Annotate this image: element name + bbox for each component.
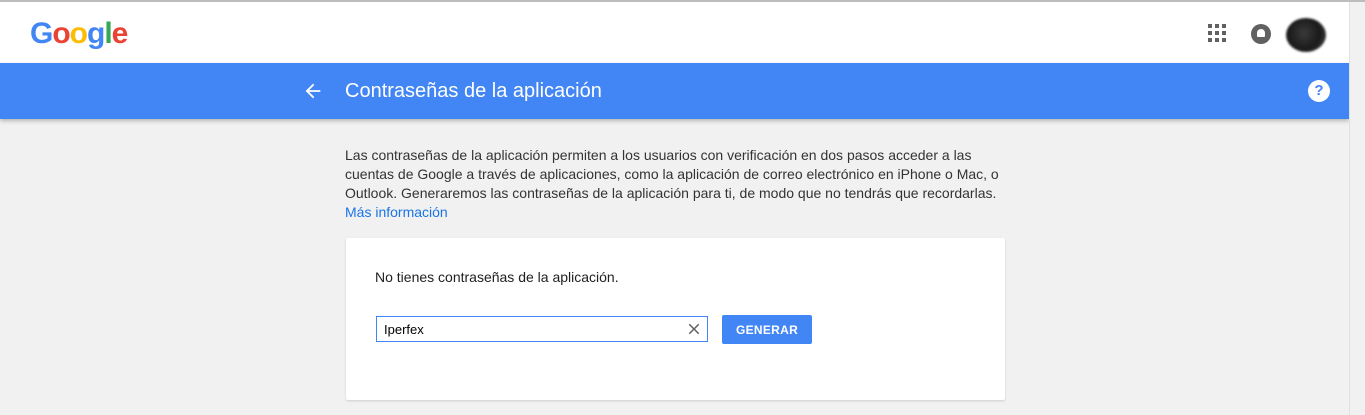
logo-letter: g bbox=[87, 17, 105, 50]
logo-letter: l bbox=[104, 17, 112, 50]
empty-message: No tienes contraseñas de la aplicación. bbox=[375, 269, 619, 285]
top-bar: Google bbox=[0, 2, 1349, 63]
google-logo[interactable]: Google bbox=[30, 17, 129, 51]
description-block: Las contraseñas de la aplicación permite… bbox=[345, 146, 1005, 222]
app-name-input[interactable] bbox=[377, 317, 684, 341]
page-title: Contraseñas de la aplicación bbox=[345, 80, 602, 102]
generate-button[interactable]: GENERAR bbox=[722, 315, 812, 344]
avatar[interactable] bbox=[1286, 18, 1326, 52]
logo-letter: G bbox=[30, 17, 53, 50]
logo-letter: e bbox=[111, 17, 129, 50]
bell-icon[interactable] bbox=[1251, 24, 1271, 44]
scrollbar[interactable] bbox=[1349, 2, 1365, 415]
more-info-link[interactable]: Más información bbox=[345, 204, 448, 220]
help-icon[interactable]: ? bbox=[1308, 80, 1330, 102]
description-text: Las contraseñas de la aplicación permite… bbox=[345, 147, 999, 201]
app-passwords-card: No tienes contraseñas de la aplicación. … bbox=[346, 238, 1005, 400]
page-header: Contraseñas de la aplicación ? bbox=[0, 63, 1349, 119]
logo-letter: o bbox=[69, 17, 88, 50]
close-icon[interactable] bbox=[685, 320, 703, 338]
apps-grid-icon[interactable] bbox=[1208, 24, 1226, 42]
logo-letter: o bbox=[52, 17, 70, 50]
app-name-field[interactable] bbox=[376, 316, 708, 342]
arrow-left-icon[interactable] bbox=[302, 80, 324, 102]
